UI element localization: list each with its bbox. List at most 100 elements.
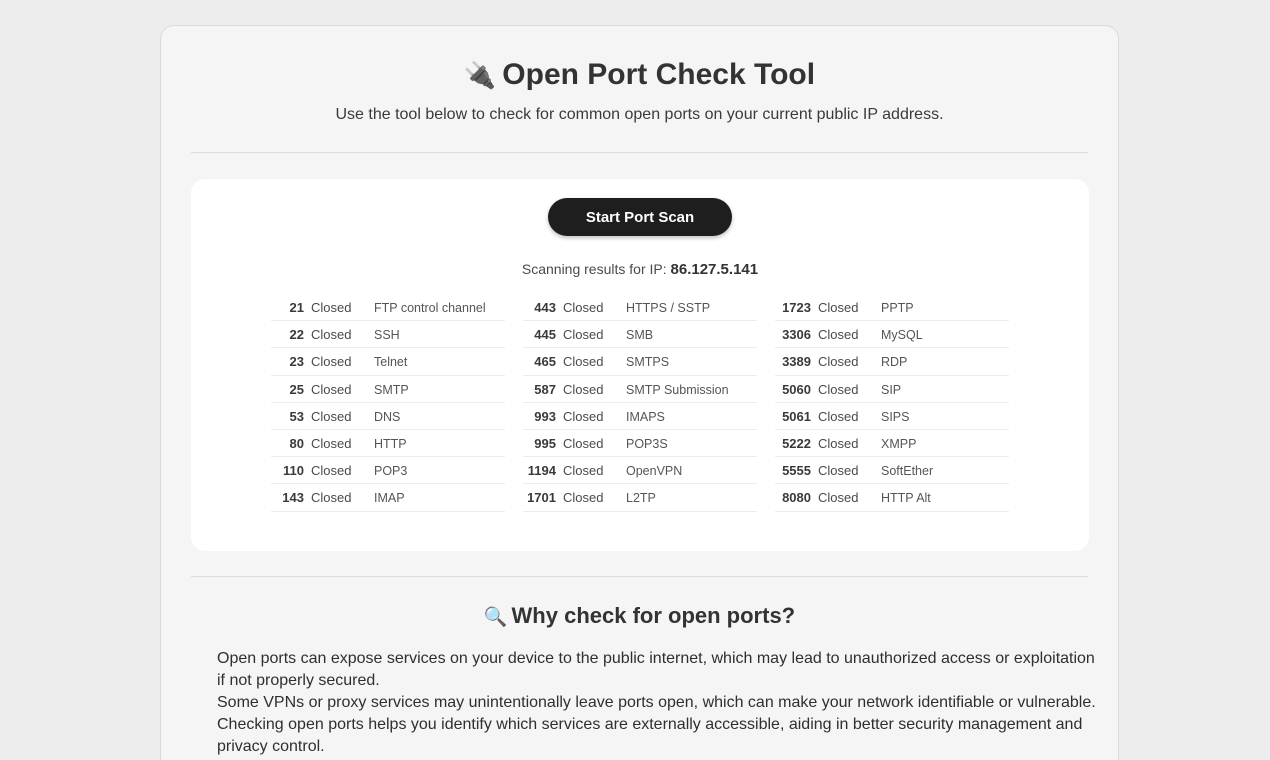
port-row: 1701 Closed L2TP xyxy=(523,484,757,512)
port-service: FTP control channel xyxy=(374,301,486,315)
scan-results-line: Scanning results for IP: 86.127.5.141 xyxy=(191,261,1089,278)
port-row: 1194 Closed OpenVPN xyxy=(523,457,757,485)
port-service: POP3S xyxy=(626,436,668,451)
port-row: 1723 Closed PPTP xyxy=(775,294,1009,322)
port-status: Closed xyxy=(311,381,352,397)
port-service: HTTP Alt xyxy=(881,491,931,506)
plug-icon: 🔌 xyxy=(463,60,497,90)
port-number: 21 xyxy=(289,300,304,315)
why-section-text: Open ports can expose services on your d… xyxy=(217,648,1097,758)
port-status: Closed xyxy=(818,327,859,343)
magnifier-icon: 🔍 xyxy=(483,607,508,628)
port-status: Closed xyxy=(563,354,604,370)
port-status: Closed xyxy=(311,327,352,343)
port-service: MySQL xyxy=(881,328,923,343)
port-number: 3306 xyxy=(782,327,811,343)
port-number: 1701 xyxy=(527,490,556,506)
port-service: SMTP xyxy=(374,382,409,397)
port-row: 5060 Closed SIP xyxy=(775,376,1009,403)
port-number: 1723 xyxy=(782,300,811,315)
port-service: RDP xyxy=(881,355,908,370)
port-number: 23 xyxy=(289,354,304,370)
port-service: HTTP xyxy=(374,436,407,451)
scan-results-label: Scanning results for IP: xyxy=(521,261,667,277)
ports-column-3: 1723 Closed PPTP 3306 Closed MySQL 3389 Closed R… xyxy=(775,294,1009,512)
port-status: Closed xyxy=(818,381,859,397)
port-number: 5222 xyxy=(782,435,811,451)
port-row: 80 Closed HTTP xyxy=(271,430,505,458)
port-row: 5555 Closed SoftEther xyxy=(775,457,1009,485)
port-check-card: 🔌 Open Port Check Tool Use the tool below… xyxy=(160,25,1119,760)
port-row: 8080 Closed HTTP Alt xyxy=(775,484,1009,512)
port-service: SSH xyxy=(374,328,400,343)
port-number: 445 xyxy=(534,327,556,343)
port-row: 995 Closed POP3S xyxy=(523,430,757,458)
port-status: Closed xyxy=(818,354,859,370)
port-service: SMB xyxy=(626,328,654,343)
port-status: Closed xyxy=(563,463,604,479)
page-title: 🔌 Open Port Check Tool xyxy=(161,58,1118,92)
port-status: Closed xyxy=(311,435,352,451)
port-service: L2TP xyxy=(626,491,656,506)
port-row: 445 Closed SMB xyxy=(523,321,757,349)
port-number: 5060 xyxy=(782,381,811,397)
scan-panel: Start Port Scan Scanning results for IP:… xyxy=(191,179,1089,551)
port-status: Closed xyxy=(311,300,352,315)
port-service: DNS xyxy=(374,409,401,424)
port-row: 21 Closed FTP control channel xyxy=(271,294,505,322)
port-service: Telnet xyxy=(374,355,408,370)
port-row: 3389 Closed RDP xyxy=(775,348,1009,376)
port-status: Closed xyxy=(818,435,859,451)
port-row: 53 Closed DNS xyxy=(271,403,505,430)
port-service: IMAPS xyxy=(626,409,665,424)
port-number: 1194 xyxy=(527,463,556,479)
port-service: SIP xyxy=(881,382,902,397)
port-row: 110 Closed POP3 xyxy=(271,457,505,485)
ports-column-1: 21 Closed FTP control channel 22 Closed SSH 23… xyxy=(271,294,505,512)
port-status: Closed xyxy=(563,381,604,397)
port-status: Closed xyxy=(563,327,604,343)
port-row: 587 Closed SMTP Submission xyxy=(523,376,757,403)
port-status: Closed xyxy=(311,490,352,506)
ports-column-2: 443 Closed HTTPS / SSTP 445 Closed SMB 465 Clos… xyxy=(523,294,757,512)
port-number: 443 xyxy=(534,300,556,315)
port-status: Closed xyxy=(563,490,604,506)
why-paragraph: Checking open ports helps you identify w… xyxy=(217,716,1083,755)
ip-address: 86.127.5.141 xyxy=(670,261,759,278)
port-status: Closed xyxy=(311,463,352,479)
port-status: Closed xyxy=(818,408,859,424)
start-port-scan-button[interactable]: Start Port Scan xyxy=(548,198,732,236)
port-number: 5555 xyxy=(782,463,811,479)
port-number: 995 xyxy=(534,435,556,451)
port-service: IMAP xyxy=(374,491,405,506)
why-title-text: Why check for open ports? xyxy=(511,603,796,628)
port-service: HTTPS / SSTP xyxy=(626,301,711,315)
port-number: 22 xyxy=(289,327,304,343)
port-service: SMTP Submission xyxy=(626,382,729,397)
top-divider xyxy=(191,152,1088,153)
port-status: Closed xyxy=(311,354,352,370)
port-status: Closed xyxy=(563,300,604,315)
port-number: 80 xyxy=(289,435,304,451)
middle-divider xyxy=(191,576,1088,577)
port-row: 25 Closed SMTP xyxy=(271,376,505,403)
port-row: 993 Closed IMAPS xyxy=(523,403,757,430)
port-number: 3389 xyxy=(782,354,811,370)
port-row: 465 Closed SMTPS xyxy=(523,348,757,376)
port-row: 23 Closed Telnet xyxy=(271,348,505,376)
port-status: Closed xyxy=(563,408,604,424)
port-number: 8080 xyxy=(782,490,811,506)
port-status: Closed xyxy=(818,490,859,506)
port-service: XMPP xyxy=(881,436,917,451)
why-paragraph: Open ports can expose services on your d… xyxy=(217,650,1095,689)
port-service: PPTP xyxy=(881,301,914,315)
port-service: SIPS xyxy=(881,409,910,424)
port-row: 3306 Closed MySQL xyxy=(775,321,1009,349)
port-service: POP3 xyxy=(374,464,408,479)
page-subtitle: Use the tool below to check for common o… xyxy=(335,106,944,123)
port-status: Closed xyxy=(311,408,352,424)
port-service: SMTPS xyxy=(626,355,670,370)
port-status: Closed xyxy=(563,435,604,451)
port-status: Closed xyxy=(818,300,859,315)
port-service: OpenVPN xyxy=(626,464,683,479)
